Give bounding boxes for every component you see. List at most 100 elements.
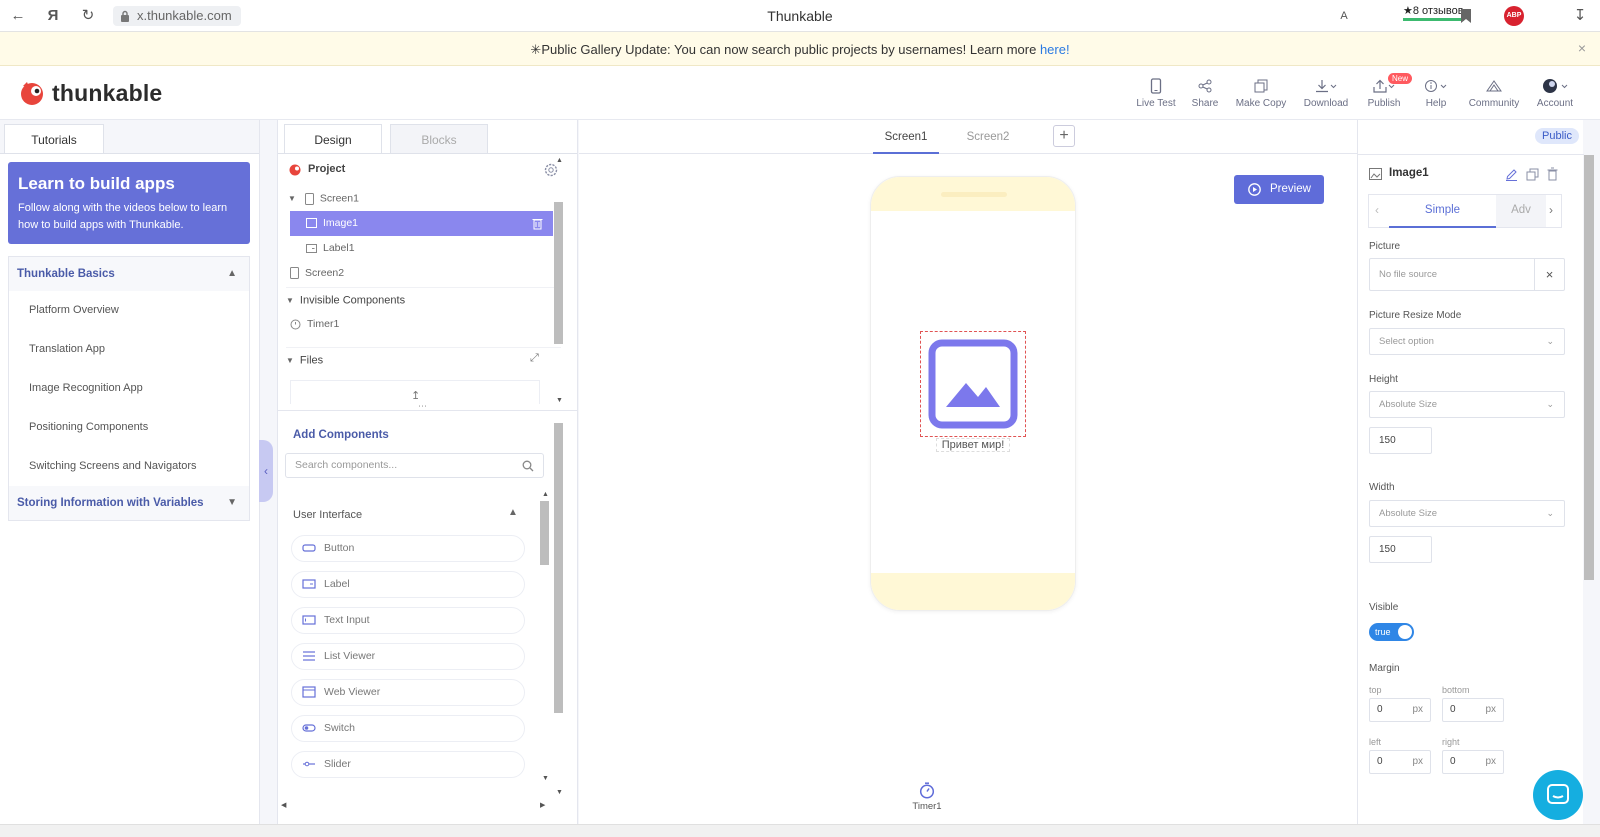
tab-design[interactable]: Design xyxy=(284,124,382,154)
user-interface-section[interactable]: User Interface xyxy=(293,509,362,521)
trash-icon[interactable] xyxy=(1547,167,1558,181)
component-slider[interactable]: Slider xyxy=(291,751,525,778)
edit-icon[interactable] xyxy=(1505,168,1518,181)
expand-icon[interactable]: ⤢ xyxy=(530,352,539,365)
margin-right-input[interactable]: 0 px xyxy=(1442,750,1504,774)
tab-blocks[interactable]: Blocks xyxy=(390,124,488,154)
tree-timer1[interactable]: Timer1 xyxy=(290,312,565,337)
back-arrow-icon[interactable]: ← xyxy=(10,8,26,24)
yandex-icon[interactable]: Я xyxy=(45,8,61,24)
chat-support-button[interactable] xyxy=(1533,770,1583,820)
height-mode-select[interactable]: Absolute Size ⌄ xyxy=(1369,391,1565,418)
width-mode-select[interactable]: Absolute Size ⌄ xyxy=(1369,500,1565,527)
timer1-component[interactable]: Timer1 xyxy=(897,782,957,812)
gear-icon[interactable] xyxy=(543,162,559,178)
project-row[interactable]: Project xyxy=(288,157,563,182)
file-upload-area[interactable]: ↥ xyxy=(290,380,540,404)
account-button[interactable]: Account xyxy=(1535,77,1575,113)
reviews-badge[interactable]: ★8 отзывов xyxy=(1403,4,1464,21)
new-badge: New xyxy=(1388,73,1413,84)
tab-simple[interactable]: Simple xyxy=(1389,195,1496,228)
section-variables[interactable]: Storing Information with Variables ▼ xyxy=(9,486,249,520)
trash-icon[interactable] xyxy=(532,217,543,230)
component-label[interactable]: Label xyxy=(291,571,525,598)
tab-screen2[interactable]: Screen2 xyxy=(955,126,1021,154)
horizontal-scrollbar[interactable] xyxy=(0,824,1600,837)
bookmark-icon[interactable] xyxy=(1460,8,1472,24)
add-screen-button[interactable]: + xyxy=(1053,125,1075,147)
logo[interactable]: thunkable xyxy=(18,78,162,108)
address-bar[interactable]: x.thunkable.com xyxy=(113,6,241,26)
margin-left-input[interactable]: 0 px xyxy=(1369,750,1431,774)
tutorial-item[interactable]: Switching Screens and Navigators xyxy=(9,447,249,486)
picture-field[interactable]: No file source × xyxy=(1369,258,1565,291)
share-button[interactable]: Share xyxy=(1188,77,1222,113)
tab-tutorials[interactable]: Tutorials xyxy=(4,124,104,154)
chevron-right-icon[interactable]: › xyxy=(1549,203,1553,217)
scroll-down-icon[interactable]: ▼ xyxy=(556,789,563,796)
close-icon[interactable]: × xyxy=(1578,40,1586,56)
scroll-up-icon[interactable]: ▲ xyxy=(556,157,563,164)
component-switch[interactable]: Switch xyxy=(291,715,525,742)
visible-toggle[interactable]: true xyxy=(1369,623,1414,641)
panel-scrollbar[interactable] xyxy=(554,423,563,713)
search-components-input[interactable]: Search components... xyxy=(285,453,544,478)
component-list-viewer[interactable]: List Viewer xyxy=(291,643,525,670)
scroll-up-icon[interactable]: ▲ xyxy=(542,491,549,498)
duplicate-icon[interactable] xyxy=(1526,168,1539,181)
component-text-input[interactable]: Text Input xyxy=(291,607,525,634)
image1-component[interactable] xyxy=(920,331,1026,437)
component-web-viewer[interactable]: Web Viewer xyxy=(291,679,525,706)
tutorial-item[interactable]: Platform Overview xyxy=(9,291,249,330)
section-thunkable-basics[interactable]: Thunkable Basics ▲ xyxy=(9,257,249,291)
project-label: Project xyxy=(308,163,346,175)
tree-screen2[interactable]: Screen2 xyxy=(290,261,565,286)
tree-files[interactable]: ▼ Files xyxy=(286,347,561,372)
width-input[interactable]: 150 xyxy=(1369,536,1432,563)
phone-status-bar xyxy=(871,177,1075,211)
banner-link[interactable]: here! xyxy=(1040,42,1070,57)
label1-component[interactable]: Привет мир! xyxy=(936,438,1010,452)
margin-bottom-input[interactable]: 0 px xyxy=(1442,698,1504,722)
scroll-left-icon[interactable]: ◀ xyxy=(281,801,286,809)
tutorial-item[interactable]: Positioning Components xyxy=(9,408,249,447)
preview-button[interactable]: Preview xyxy=(1234,175,1324,204)
collapse-panel-handle[interactable]: ‹ xyxy=(259,440,273,502)
tree-label: Timer1 xyxy=(307,318,340,330)
translate-icon[interactable]: A xyxy=(1336,8,1352,24)
community-button[interactable]: Community xyxy=(1466,77,1522,113)
tutorial-item[interactable]: Image Recognition App xyxy=(9,369,249,408)
tree-image1-selected[interactable]: Image1 xyxy=(290,211,553,236)
download-arrow-icon[interactable]: ↧ xyxy=(1572,8,1588,24)
components-scrollbar[interactable] xyxy=(540,501,549,565)
make-copy-button[interactable]: Make Copy xyxy=(1235,77,1287,113)
tree-label1[interactable]: Label1 xyxy=(306,236,581,261)
publish-button[interactable]: New Publish xyxy=(1366,73,1413,113)
height-label: Height xyxy=(1369,374,1398,385)
tree-screen1[interactable]: ▼ Screen1 xyxy=(288,186,563,211)
resize-mode-select[interactable]: Select option ⌄ xyxy=(1369,328,1565,355)
height-input[interactable]: 150 xyxy=(1369,427,1432,454)
tree-scrollbar[interactable] xyxy=(554,202,563,344)
help-button[interactable]: Help xyxy=(1422,77,1450,113)
button-icon xyxy=(302,544,316,552)
public-badge[interactable]: Public xyxy=(1535,128,1579,144)
live-test-button[interactable]: Live Test xyxy=(1135,77,1177,113)
clear-picture-icon[interactable]: × xyxy=(1534,259,1564,290)
margin-top-input[interactable]: 0 px xyxy=(1369,698,1431,722)
download-button[interactable]: Download xyxy=(1302,77,1350,113)
caret-down-icon: ▼ xyxy=(286,356,294,365)
reload-icon[interactable]: ↻ xyxy=(80,8,96,24)
scroll-right-icon[interactable]: ▶ xyxy=(540,801,545,809)
adblock-icon[interactable]: ABP xyxy=(1504,6,1524,26)
tab-screen1[interactable]: Screen1 xyxy=(873,126,939,154)
scroll-down-icon[interactable]: ▼ xyxy=(542,775,549,782)
component-button[interactable]: Button xyxy=(291,535,525,562)
chevron-up-icon[interactable]: ▲ xyxy=(508,507,518,518)
tab-advanced[interactable]: Adv xyxy=(1496,195,1546,227)
tree-invisible-components[interactable]: ▼ Invisible Components xyxy=(286,287,561,312)
chevron-left-icon[interactable]: ‹ xyxy=(1375,203,1379,217)
tutorial-item[interactable]: Translation App xyxy=(9,330,249,369)
scroll-down-icon[interactable]: ▼ xyxy=(556,397,563,404)
page-scrollbar[interactable] xyxy=(1584,155,1594,580)
